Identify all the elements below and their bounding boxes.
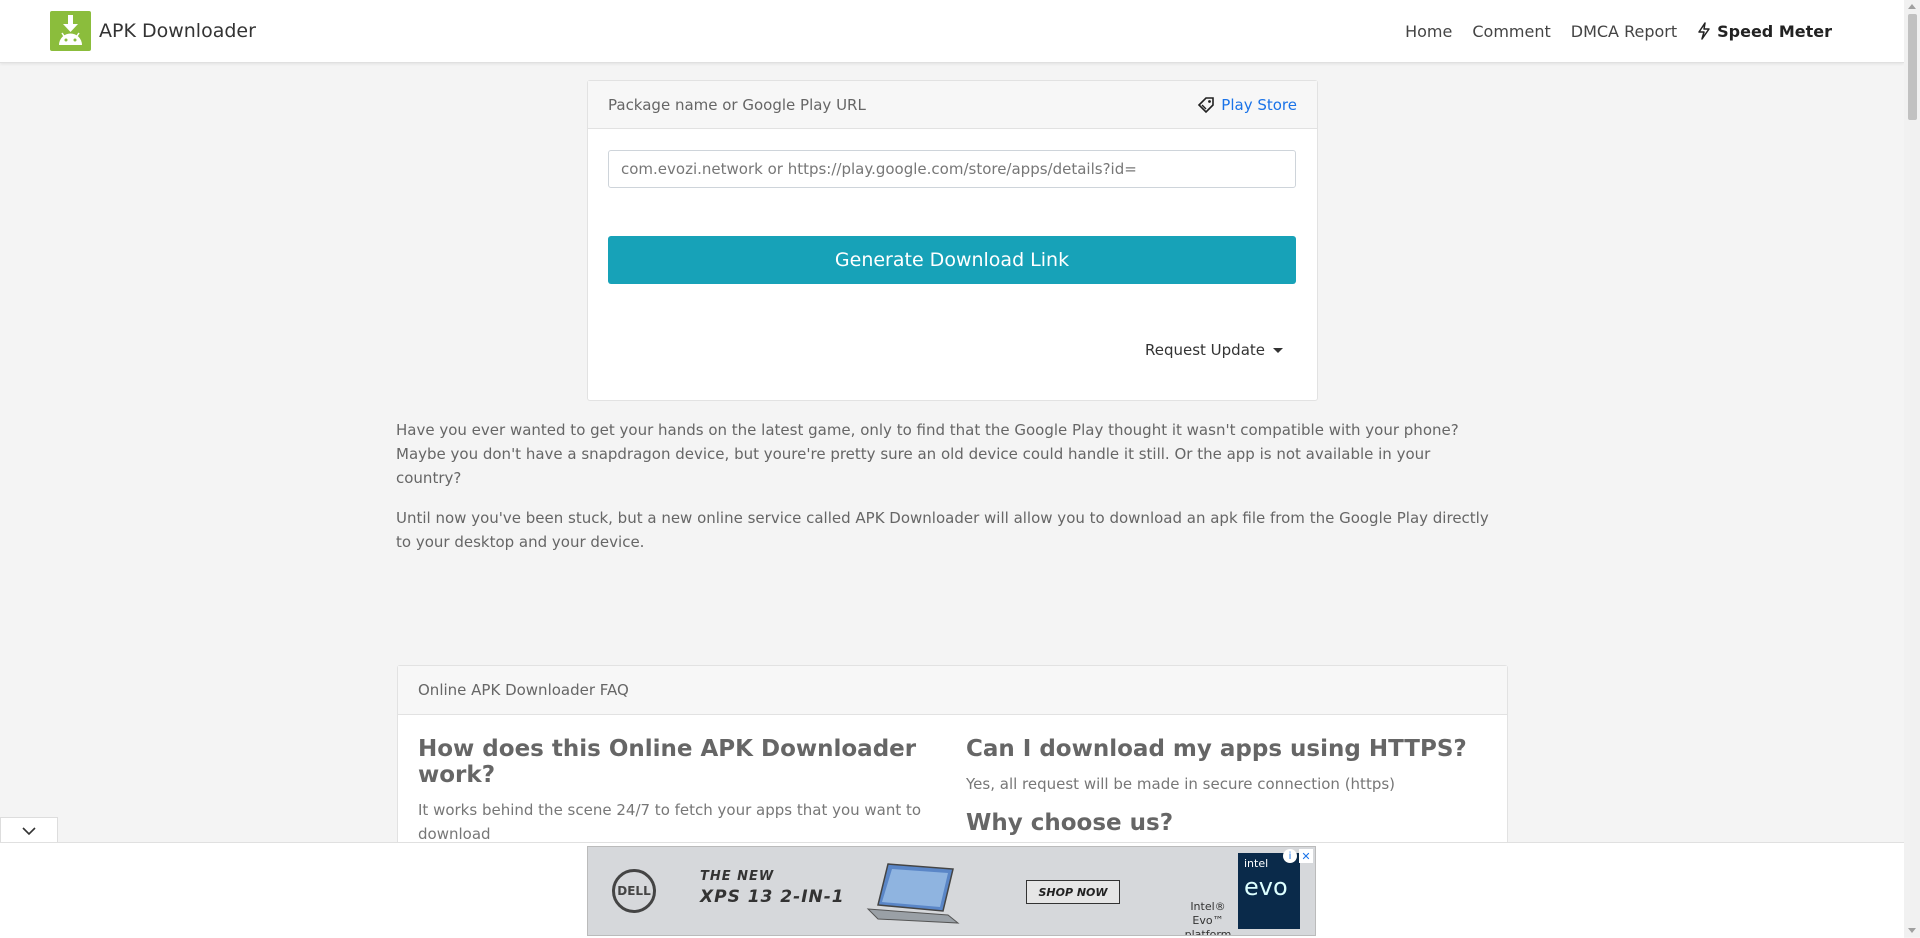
faq-header: Online APK Downloader FAQ <box>398 666 1507 715</box>
intel-evo-text: Intel® Evo™ platform <box>1184 900 1232 936</box>
shop-now-button[interactable]: SHOP NOW <box>1026 880 1120 904</box>
faq-question: Can I download my apps using HTTPS? <box>966 736 1467 762</box>
nav-comment[interactable]: Comment <box>1472 22 1550 41</box>
nav-home[interactable]: Home <box>1405 22 1452 41</box>
scroll-up-icon[interactable] <box>1908 4 1916 9</box>
bottom-ad-bar: DELL THE NEW XPS 13 2-IN-1 SHOP NOW Inte… <box>0 842 1904 938</box>
intro-line-1: Have you ever wanted to get your hands o… <box>396 421 1459 439</box>
dell-logo: DELL <box>612 869 656 913</box>
intro-text: Have you ever wanted to get your hands o… <box>396 418 1496 570</box>
intro-line-2: Maybe you don't have a snapdragon device… <box>396 445 1431 487</box>
chevron-down-icon <box>22 827 36 836</box>
ad-info-icon[interactable]: i <box>1283 849 1297 863</box>
tag-icon <box>1198 96 1215 113</box>
download-card: Package name or Google Play URL Play Sto… <box>587 80 1318 401</box>
play-store-label: Play Store <box>1221 95 1297 114</box>
intel-badge-label: intel <box>1244 857 1269 870</box>
card-header: Package name or Google Play URL Play Sto… <box>588 81 1317 129</box>
generate-download-link-button[interactable]: Generate Download Link <box>608 236 1296 284</box>
ad-collapse-toggle[interactable] <box>0 817 58 844</box>
faq-question: Why choose us? <box>966 810 1174 836</box>
dell-ad-banner[interactable]: DELL THE NEW XPS 13 2-IN-1 SHOP NOW Inte… <box>587 846 1316 936</box>
evo-badge-label: evo <box>1244 873 1288 901</box>
intro-paragraph-2: Until now you've been stuck, but a new o… <box>396 509 1489 551</box>
faq-question: How does this Online APK Downloader work… <box>418 736 917 788</box>
nav-links: Home Comment DMCA Report Speed Meter <box>1405 0 1832 62</box>
nav-speed-meter[interactable]: Speed Meter <box>1697 22 1832 41</box>
intel-evo-badge: intel evo <box>1238 853 1300 929</box>
request-update-label: Request Update <box>1144 341 1265 359</box>
request-update-dropdown[interactable]: Request Update <box>1145 341 1283 359</box>
play-store-link[interactable]: Play Store <box>1197 96 1297 114</box>
brand[interactable]: APK Downloader <box>50 11 256 51</box>
scroll-thumb[interactable] <box>1908 14 1917 120</box>
laptop-image <box>866 863 960 924</box>
page-scrollbar[interactable] <box>1904 0 1920 937</box>
scroll-down-icon[interactable] <box>1908 928 1916 933</box>
caret-down-icon <box>1273 347 1283 353</box>
speed-meter-label: Speed Meter <box>1717 21 1832 41</box>
package-url-input[interactable] <box>608 150 1296 188</box>
android-download-icon <box>50 11 91 51</box>
faq-column-right: Can I download my apps using HTTPS? Yes,… <box>966 736 1486 846</box>
nav-dmca-report[interactable]: DMCA Report <box>1571 22 1677 41</box>
faq-answer: It works behind the scene 24/7 to fetch … <box>418 801 922 843</box>
ad-line-2: XPS 13 2-IN-1 <box>700 887 845 907</box>
card-header-title: Package name or Google Play URL <box>608 95 866 114</box>
ad-close-icon[interactable]: ✕ <box>1299 849 1313 863</box>
lightning-icon <box>1698 22 1710 40</box>
ad-line-1: THE NEW <box>700 869 775 884</box>
intro-paragraph-1: Have you ever wanted to get your hands o… <box>396 418 1496 490</box>
brand-name: APK Downloader <box>99 20 256 42</box>
navbar: APK Downloader Home Comment DMCA Report … <box>0 0 1904 63</box>
faq-answer: Yes, all request will be made in secure … <box>966 775 1396 793</box>
